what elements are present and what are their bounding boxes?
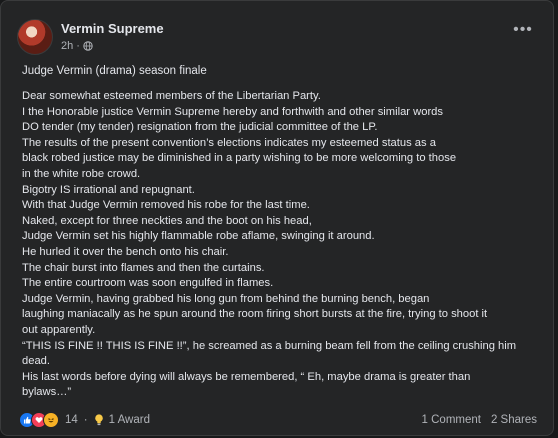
- meta-separator: ·: [76, 40, 80, 52]
- globe-icon[interactable]: [83, 41, 93, 51]
- post-line: With that Judge Vermin removed his robe …: [22, 199, 310, 212]
- share-count[interactable]: 2 Shares: [491, 414, 537, 426]
- comment-count[interactable]: 1 Comment: [422, 414, 481, 426]
- post-line: dead.: [22, 355, 50, 368]
- post-line: in the white robe crowd.: [22, 167, 141, 180]
- post-line: His last words before dying will always …: [22, 370, 471, 383]
- post-header: Vermin Supreme 2h · •••: [17, 15, 537, 55]
- post-line: Judge Vermin, having grabbed his long gu…: [22, 292, 430, 305]
- post-footer: 14 · 1 Award 1 Comment 2 Shares: [19, 410, 537, 430]
- award-count[interactable]: 1 Award: [109, 414, 150, 426]
- post-title: Judge Vermin (drama) season finale: [22, 65, 207, 77]
- lightbulb-icon: [94, 414, 103, 426]
- more-options-icon[interactable]: •••: [509, 22, 537, 43]
- post-meta: 2h ·: [61, 40, 93, 52]
- post-line: He hurled it over the bench onto his cha…: [22, 245, 229, 258]
- author-name[interactable]: Vermin Supreme: [61, 21, 164, 36]
- post-line: Naked, except for three neckties and the…: [22, 214, 312, 227]
- post-line: out apparently.: [22, 323, 96, 336]
- post-line: Judge Vermin set his highly flammable ro…: [22, 230, 375, 243]
- post-time[interactable]: 2h: [61, 40, 73, 52]
- post-body: Dear somewhat esteemed members of the Li…: [22, 89, 542, 401]
- post-line: DO tender (my tender) resignation from t…: [22, 121, 378, 134]
- post-line: laughing maniacally as he spun around th…: [22, 308, 488, 321]
- post-card: Vermin Supreme 2h · ••• Judge Vermin (dr…: [0, 0, 554, 436]
- post-line: black robed justice may be diminished in…: [22, 152, 457, 165]
- post-line: “THIS IS FINE !! THIS IS FINE !!”, he sc…: [22, 339, 517, 352]
- post-line: Bigotry IS irrational and repugnant.: [22, 183, 195, 196]
- post-line: I the Honorable justice Vermin Supreme h…: [22, 105, 443, 118]
- avatar[interactable]: [17, 19, 53, 55]
- post-line: The results of the present convention’s …: [22, 136, 436, 149]
- reactions[interactable]: [19, 412, 59, 428]
- post-line: The chair burst into flames and then the…: [22, 261, 265, 274]
- reaction-count[interactable]: 14: [65, 414, 78, 426]
- post-line: Dear somewhat esteemed members of the Li…: [22, 90, 321, 102]
- haha-icon: [43, 412, 59, 428]
- post-line: The entire courtroom was soon engulfed i…: [22, 277, 274, 290]
- footer-separator: ·: [83, 414, 88, 426]
- post-line: bylaws…”: [22, 386, 72, 399]
